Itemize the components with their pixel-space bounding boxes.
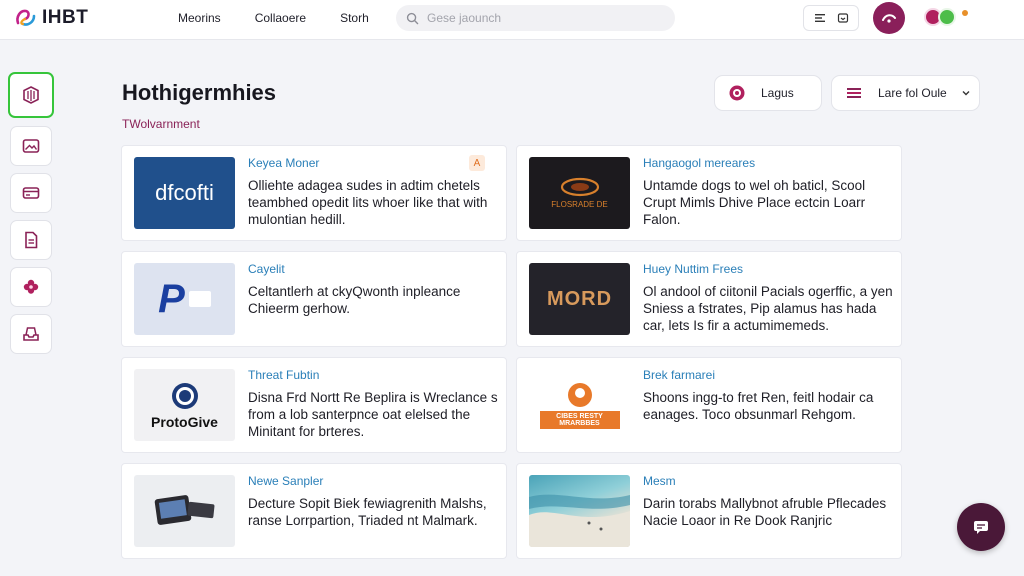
sidebar-item-flower[interactable] [10,267,52,307]
card-thumbnail [134,475,235,547]
beach-photo-icon [529,494,630,547]
document-icon [25,231,38,249]
card-thumbnail: ProtoGive [134,369,235,441]
notification-dot [962,10,968,16]
image-icon [22,139,40,153]
card-title[interactable]: Newe Sanpler [248,474,323,488]
layout-button[interactable] [811,9,829,27]
thumbnail-text: CIBES RESTY MRARBBES [539,411,620,429]
sidebar-item-cube[interactable] [8,72,54,118]
globe-badge-icon [171,382,198,409]
nav-item-1[interactable]: Meorins [178,11,221,25]
thumbnail-text: FLOSRADE DE [551,200,608,209]
card-description: Shoons ingg-to fret Ren, feitl hodair ca… [643,390,874,422]
card-title[interactable]: Huey Nuttim Frees [643,262,743,276]
card-title[interactable]: Cayelit [248,262,285,276]
badge-emblem-icon [567,383,592,407]
card[interactable]: P Cayelit Celtantlerh at ckyQwonth inple… [121,251,507,347]
sidebar-item-cards[interactable] [10,173,52,213]
page-subtitle: TWolvarnment [122,117,200,131]
online-status-icon[interactable] [938,8,956,26]
sidebar-item-documents[interactable] [10,220,52,260]
card-thumbnail: MORD [529,263,630,335]
inbox-tray-icon [23,327,39,341]
sidebar-item-gallery[interactable] [10,126,52,166]
card[interactable]: Newe Sanpler Decture Sopit Biek fewiagre… [121,463,507,559]
chevron-down-icon [962,91,970,96]
list-icon [814,14,825,22]
card-description: Celtantlerh at ckyQwonth inpleance Chiee… [248,284,461,316]
card-title[interactable]: Mesm [643,474,676,488]
main-nav: Meorins Collaoere Storh [178,11,403,25]
card-title[interactable]: Brek farmarei [643,368,715,382]
toolbar-group [803,5,859,31]
search-bar [396,5,675,31]
thumbnail-tag [188,291,211,307]
nav-item-2[interactable]: Collaoere [255,11,306,25]
card[interactable]: FLOSRADE DE Hangaogol mereares Untamde d… [516,145,902,241]
card[interactable]: MORD Huey Nuttim Frees Ol andool of ciit… [516,251,902,347]
card[interactable]: CIBES RESTY MRARBBES Brek farmarei Shoon… [516,357,902,453]
inbox-button[interactable] [834,9,852,27]
logo-text: IHBT [42,7,89,28]
search-icon [406,12,419,24]
card-title[interactable]: Keyea Moner [248,156,319,170]
status-icons [924,8,968,26]
emblem-icon [560,177,599,197]
card-description: Decture Sopit Biek fewiagrenith Malshs, … [248,496,487,528]
avatar[interactable] [873,2,905,34]
card-badge: A [469,155,485,171]
card-description: Disna Frd Nortt Re Beplira is Wreclance … [248,390,498,439]
card-title[interactable]: Threat Fubtin [248,368,319,382]
page-title: Hothigermhies [122,80,277,105]
card[interactable]: Mesm Darin torabs Mallybnot afruble Pfle… [516,463,902,559]
logo-icon [16,9,36,26]
card-thumbnail: P [134,263,235,335]
filter-label: Lare fol Oule [878,86,947,100]
inbox-icon [837,13,848,23]
thumbnail-text: P [158,276,185,321]
language-icon [729,85,745,101]
language-label: Lagus [761,86,794,100]
top-bar: IHBT Meorins Collaoere Storh [0,0,1024,40]
user-mark-icon [882,14,896,23]
card[interactable]: dfcofti Keyea Moner A Olliehte adagea su… [121,145,507,241]
card-description: Olliehte adagea sudes in adtim chetels t… [248,178,488,227]
chat-fab-button[interactable] [957,503,1005,551]
card-thumbnail: dfcofti [134,157,235,229]
device-photo-icon [154,495,214,525]
search-input[interactable] [427,11,647,25]
card-description: Ol andool of ciitonil Pacials ogerffic, … [643,284,893,333]
filter-dropdown[interactable]: Lare fol Oule [831,75,980,111]
sidebar-item-inbox[interactable] [10,314,52,354]
card-thumbnail: CIBES RESTY MRARBBES [529,369,630,441]
flower-icon [23,279,39,294]
card-thumbnail: FLOSRADE DE [529,157,630,229]
card-title[interactable]: Hangaogol mereares [643,156,755,170]
thumbnail-text: ProtoGive [151,413,218,430]
card-description: Darin torabs Mallybnot afruble Pflecades… [643,496,887,528]
cube-icon [23,86,39,104]
card-description: Untamde dogs to wel oh baticl, Scool Cru… [643,178,866,227]
chat-icon [974,521,988,534]
thumbnail-text: dfcofti [155,180,214,205]
filter-icon [847,88,861,98]
card[interactable]: ProtoGive Threat Fubtin Disna Frd Nortt … [121,357,507,453]
app-logo[interactable]: IHBT [14,7,88,29]
thumbnail-text: MORD [546,287,613,310]
card-icon [22,187,40,199]
nav-item-3[interactable]: Storh [340,11,369,25]
language-button[interactable]: Lagus [714,75,822,111]
sidebar [8,72,54,361]
card-thumbnail [529,475,630,547]
